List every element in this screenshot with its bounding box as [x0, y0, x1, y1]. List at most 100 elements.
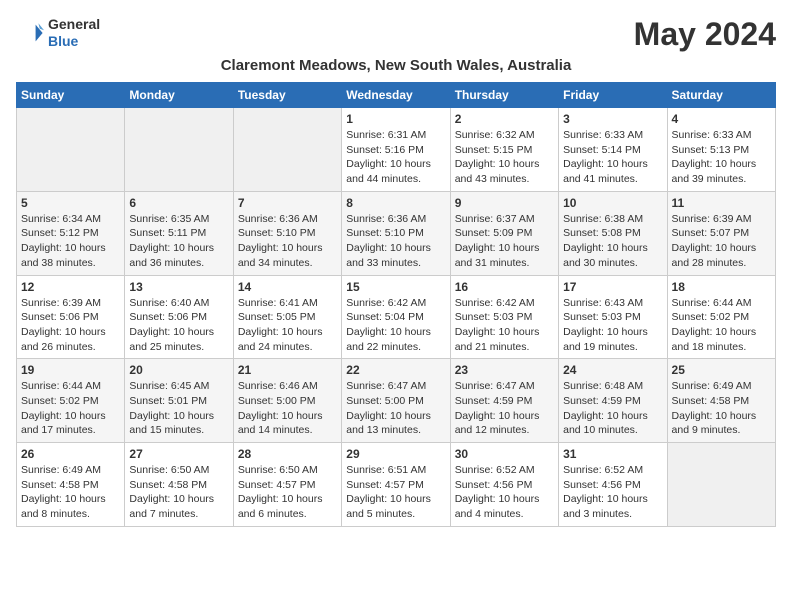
calendar-cell: 8 Sunrise: 6:36 AM Sunset: 5:10 PM Daylig…	[342, 191, 450, 275]
calendar-cell: 5 Sunrise: 6:34 AM Sunset: 5:12 PM Daylig…	[17, 191, 125, 275]
cell-date-number: 12	[21, 280, 120, 294]
weekday-header-friday: Friday	[559, 83, 667, 108]
cell-date-number: 21	[238, 363, 337, 377]
calendar-cell: 20Sunrise: 6:45 AM Sunset: 5:01 PM Dayli…	[125, 359, 233, 443]
calendar-cell: 4 Sunrise: 6:33 AM Sunset: 5:13 PM Daylig…	[667, 108, 775, 192]
weekday-header-saturday: Saturday	[667, 83, 775, 108]
cell-day-info: Sunrise: 6:52 AM Sunset: 4:56 PM Dayligh…	[563, 463, 662, 522]
cell-date-number: 13	[129, 280, 228, 294]
cell-day-info: Sunrise: 6:44 AM Sunset: 5:02 PM Dayligh…	[672, 296, 771, 355]
cell-date-number: 16	[455, 280, 554, 294]
cell-date-number: 8	[346, 196, 445, 210]
cell-day-info: Sunrise: 6:39 AM Sunset: 5:07 PM Dayligh…	[672, 212, 771, 271]
cell-day-info: Sunrise: 6:51 AM Sunset: 4:57 PM Dayligh…	[346, 463, 445, 522]
cell-date-number: 14	[238, 280, 337, 294]
cell-day-info: Sunrise: 6:44 AM Sunset: 5:02 PM Dayligh…	[21, 379, 120, 438]
cell-day-info: Sunrise: 6:47 AM Sunset: 4:59 PM Dayligh…	[455, 379, 554, 438]
calendar-cell: 22 Sunrise: 6:47 AM Sunset: 5:00 PM Dayli…	[342, 359, 450, 443]
weekday-header-tuesday: Tuesday	[233, 83, 341, 108]
cell-day-info: Sunrise: 6:32 AM Sunset: 5:15 PM Dayligh…	[455, 128, 554, 187]
cell-day-info: Sunrise: 6:39 AM Sunset: 5:06 PM Dayligh…	[21, 296, 120, 355]
calendar-cell	[667, 443, 775, 527]
calendar-cell	[233, 108, 341, 192]
calendar-cell: 11Sunrise: 6:39 AM Sunset: 5:07 PM Dayli…	[667, 191, 775, 275]
calendar-cell: 1Sunrise: 6:31 AM Sunset: 5:16 PM Daylig…	[342, 108, 450, 192]
cell-day-info: Sunrise: 6:41 AM Sunset: 5:05 PM Dayligh…	[238, 296, 337, 355]
cell-day-info: Sunrise: 6:45 AM Sunset: 5:01 PM Dayligh…	[129, 379, 228, 438]
cell-date-number: 17	[563, 280, 662, 294]
calendar-header-row: SundayMondayTuesdayWednesdayThursdayFrid…	[17, 83, 776, 108]
cell-date-number: 26	[21, 447, 120, 461]
calendar-cell: 7 Sunrise: 6:36 AM Sunset: 5:10 PM Daylig…	[233, 191, 341, 275]
calendar-cell: 17 Sunrise: 6:43 AM Sunset: 5:03 PM Dayli…	[559, 275, 667, 359]
cell-date-number: 15	[346, 280, 445, 294]
header: General Blue May 2024	[16, 16, 776, 53]
cell-day-info: Sunrise: 6:42 AM Sunset: 5:03 PM Dayligh…	[455, 296, 554, 355]
cell-date-number: 18	[672, 280, 771, 294]
page-title: May 2024	[634, 16, 776, 53]
cell-date-number: 3	[563, 112, 662, 126]
cell-day-info: Sunrise: 6:52 AM Sunset: 4:56 PM Dayligh…	[455, 463, 554, 522]
calendar-cell: 26 Sunrise: 6:49 AM Sunset: 4:58 PM Dayli…	[17, 443, 125, 527]
calendar-cell	[125, 108, 233, 192]
cell-day-info: Sunrise: 6:49 AM Sunset: 4:58 PM Dayligh…	[672, 379, 771, 438]
calendar-table: SundayMondayTuesdayWednesdayThursdayFrid…	[16, 82, 776, 527]
cell-day-info: Sunrise: 6:33 AM Sunset: 5:14 PM Dayligh…	[563, 128, 662, 187]
calendar-cell: 18 Sunrise: 6:44 AM Sunset: 5:02 PM Dayli…	[667, 275, 775, 359]
cell-day-info: Sunrise: 6:33 AM Sunset: 5:13 PM Dayligh…	[672, 128, 771, 187]
calendar-cell	[17, 108, 125, 192]
logo-icon	[16, 19, 44, 47]
cell-date-number: 10	[563, 196, 662, 210]
calendar-cell: 29 Sunrise: 6:51 AM Sunset: 4:57 PM Dayli…	[342, 443, 450, 527]
cell-day-info: Sunrise: 6:50 AM Sunset: 4:58 PM Dayligh…	[129, 463, 228, 522]
calendar-cell: 10 Sunrise: 6:38 AM Sunset: 5:08 PM Dayli…	[559, 191, 667, 275]
cell-date-number: 31	[563, 447, 662, 461]
week-row-1: 1Sunrise: 6:31 AM Sunset: 5:16 PM Daylig…	[17, 108, 776, 192]
cell-date-number: 7	[238, 196, 337, 210]
cell-day-info: Sunrise: 6:49 AM Sunset: 4:58 PM Dayligh…	[21, 463, 120, 522]
cell-day-info: Sunrise: 6:47 AM Sunset: 5:00 PM Dayligh…	[346, 379, 445, 438]
calendar-cell: 12 Sunrise: 6:39 AM Sunset: 5:06 PM Dayli…	[17, 275, 125, 359]
calendar-cell: 6Sunrise: 6:35 AM Sunset: 5:11 PM Daylig…	[125, 191, 233, 275]
cell-date-number: 1	[346, 112, 445, 126]
logo-text: General Blue	[48, 16, 100, 50]
week-row-4: 19 Sunrise: 6:44 AM Sunset: 5:02 PM Dayli…	[17, 359, 776, 443]
week-row-3: 12 Sunrise: 6:39 AM Sunset: 5:06 PM Dayli…	[17, 275, 776, 359]
cell-day-info: Sunrise: 6:36 AM Sunset: 5:10 PM Dayligh…	[238, 212, 337, 271]
cell-date-number: 6	[129, 196, 228, 210]
calendar-cell: 14 Sunrise: 6:41 AM Sunset: 5:05 PM Dayli…	[233, 275, 341, 359]
calendar-cell: 15 Sunrise: 6:42 AM Sunset: 5:04 PM Dayli…	[342, 275, 450, 359]
cell-date-number: 28	[238, 447, 337, 461]
cell-day-info: Sunrise: 6:40 AM Sunset: 5:06 PM Dayligh…	[129, 296, 228, 355]
cell-day-info: Sunrise: 6:42 AM Sunset: 5:04 PM Dayligh…	[346, 296, 445, 355]
cell-day-info: Sunrise: 6:38 AM Sunset: 5:08 PM Dayligh…	[563, 212, 662, 271]
cell-day-info: Sunrise: 6:46 AM Sunset: 5:00 PM Dayligh…	[238, 379, 337, 438]
calendar-cell: 27Sunrise: 6:50 AM Sunset: 4:58 PM Dayli…	[125, 443, 233, 527]
cell-date-number: 25	[672, 363, 771, 377]
weekday-header-wednesday: Wednesday	[342, 83, 450, 108]
cell-date-number: 4	[672, 112, 771, 126]
week-row-2: 5 Sunrise: 6:34 AM Sunset: 5:12 PM Daylig…	[17, 191, 776, 275]
calendar-cell: 24Sunrise: 6:48 AM Sunset: 4:59 PM Dayli…	[559, 359, 667, 443]
cell-day-info: Sunrise: 6:34 AM Sunset: 5:12 PM Dayligh…	[21, 212, 120, 271]
calendar-cell: 2 Sunrise: 6:32 AM Sunset: 5:15 PM Daylig…	[450, 108, 558, 192]
calendar-cell: 3 Sunrise: 6:33 AM Sunset: 5:14 PM Daylig…	[559, 108, 667, 192]
cell-date-number: 9	[455, 196, 554, 210]
cell-date-number: 30	[455, 447, 554, 461]
cell-day-info: Sunrise: 6:36 AM Sunset: 5:10 PM Dayligh…	[346, 212, 445, 271]
cell-date-number: 2	[455, 112, 554, 126]
calendar-cell: 30 Sunrise: 6:52 AM Sunset: 4:56 PM Dayli…	[450, 443, 558, 527]
logo: General Blue	[16, 16, 100, 50]
cell-date-number: 5	[21, 196, 120, 210]
cell-day-info: Sunrise: 6:48 AM Sunset: 4:59 PM Dayligh…	[563, 379, 662, 438]
cell-date-number: 22	[346, 363, 445, 377]
calendar-cell: 31 Sunrise: 6:52 AM Sunset: 4:56 PM Dayli…	[559, 443, 667, 527]
cell-day-info: Sunrise: 6:37 AM Sunset: 5:09 PM Dayligh…	[455, 212, 554, 271]
cell-date-number: 19	[21, 363, 120, 377]
calendar-cell: 25 Sunrise: 6:49 AM Sunset: 4:58 PM Dayli…	[667, 359, 775, 443]
cell-day-info: Sunrise: 6:43 AM Sunset: 5:03 PM Dayligh…	[563, 296, 662, 355]
calendar-cell: 19 Sunrise: 6:44 AM Sunset: 5:02 PM Dayli…	[17, 359, 125, 443]
cell-date-number: 29	[346, 447, 445, 461]
calendar-cell: 23Sunrise: 6:47 AM Sunset: 4:59 PM Dayli…	[450, 359, 558, 443]
cell-day-info: Sunrise: 6:50 AM Sunset: 4:57 PM Dayligh…	[238, 463, 337, 522]
